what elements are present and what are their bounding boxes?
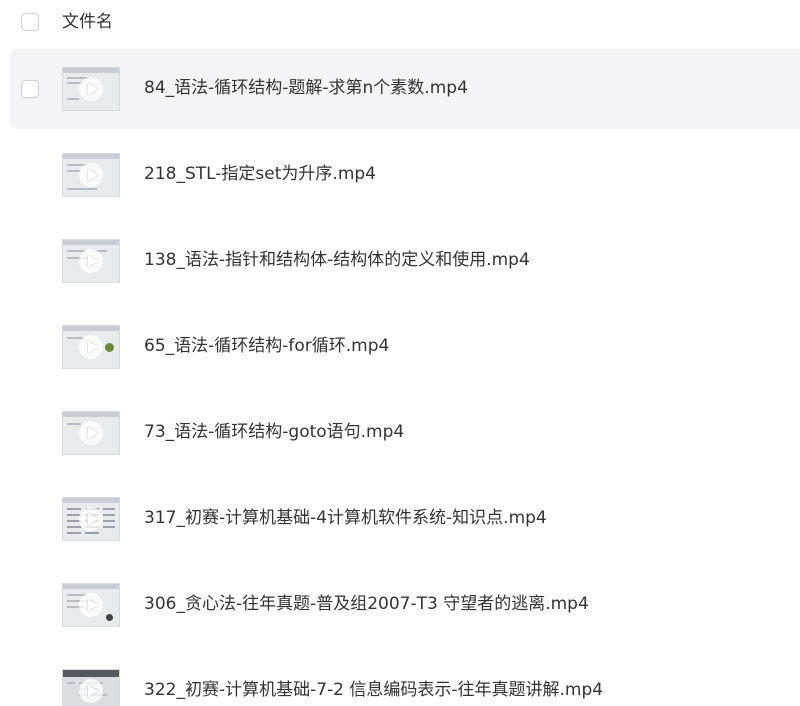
- play-icon: [79, 679, 103, 703]
- file-row[interactable]: 65_语法-循环结构-for循环.mp4: [10, 307, 800, 387]
- thumbnail-badge-icon: [106, 614, 113, 621]
- file-row[interactable]: 317_初赛-计算机基础-4计算机软件系统-知识点.mp4: [10, 479, 800, 559]
- video-thumbnail-icon[interactable]: [62, 411, 120, 455]
- video-thumbnail-icon[interactable]: [62, 325, 120, 369]
- play-icon: [79, 593, 103, 617]
- file-row[interactable]: 84_语法-循环结构-题解-求第n个素数.mp4: [10, 49, 800, 129]
- file-row[interactable]: 322_初赛-计算机基础-7-2 信息编码表示-往年真题讲解.mp4: [10, 651, 800, 706]
- play-icon: [79, 163, 103, 187]
- file-row[interactable]: 138_语法-指针和结构体-结构体的定义和使用.mp4: [10, 221, 800, 301]
- file-row[interactable]: 218_STL-指定set为升序.mp4: [10, 135, 800, 215]
- file-name[interactable]: 218_STL-指定set为升序.mp4: [144, 162, 376, 186]
- video-thumbnail-icon[interactable]: [62, 239, 120, 283]
- thumbnail-badge-icon: [105, 343, 114, 352]
- video-thumbnail-icon[interactable]: [62, 153, 120, 197]
- file-name[interactable]: 84_语法-循环结构-题解-求第n个素数.mp4: [144, 76, 468, 100]
- video-thumbnail-icon[interactable]: [62, 497, 120, 541]
- file-list: 84_语法-循环结构-题解-求第n个素数.mp4 218_STL-指定set为升…: [0, 0, 800, 706]
- play-icon: [79, 507, 103, 531]
- play-icon: [79, 421, 103, 445]
- row-checkbox[interactable]: [21, 80, 39, 98]
- file-row[interactable]: 306_贪心法-往年真题-普及组2007-T3 守望者的逃离.mp4: [10, 565, 800, 645]
- file-row[interactable]: 73_语法-循环结构-goto语句.mp4: [10, 393, 800, 473]
- play-icon: [79, 249, 103, 273]
- file-name[interactable]: 306_贪心法-往年真题-普及组2007-T3 守望者的逃离.mp4: [144, 592, 589, 616]
- video-thumbnail-icon[interactable]: [62, 67, 120, 111]
- video-thumbnail-icon[interactable]: [62, 669, 120, 706]
- file-name[interactable]: 317_初赛-计算机基础-4计算机软件系统-知识点.mp4: [144, 506, 547, 530]
- file-name[interactable]: 138_语法-指针和结构体-结构体的定义和使用.mp4: [144, 248, 530, 272]
- file-name[interactable]: 73_语法-循环结构-goto语句.mp4: [144, 420, 404, 444]
- video-thumbnail-icon[interactable]: [62, 583, 120, 627]
- file-name[interactable]: 322_初赛-计算机基础-7-2 信息编码表示-往年真题讲解.mp4: [144, 678, 603, 702]
- play-icon: [79, 77, 103, 101]
- file-name[interactable]: 65_语法-循环结构-for循环.mp4: [144, 334, 389, 358]
- file-browser: 文件名 84_语法-循环结构-题解-求第n个素数.mp4 218_STL-指定s…: [0, 0, 800, 706]
- play-icon: [79, 335, 103, 359]
